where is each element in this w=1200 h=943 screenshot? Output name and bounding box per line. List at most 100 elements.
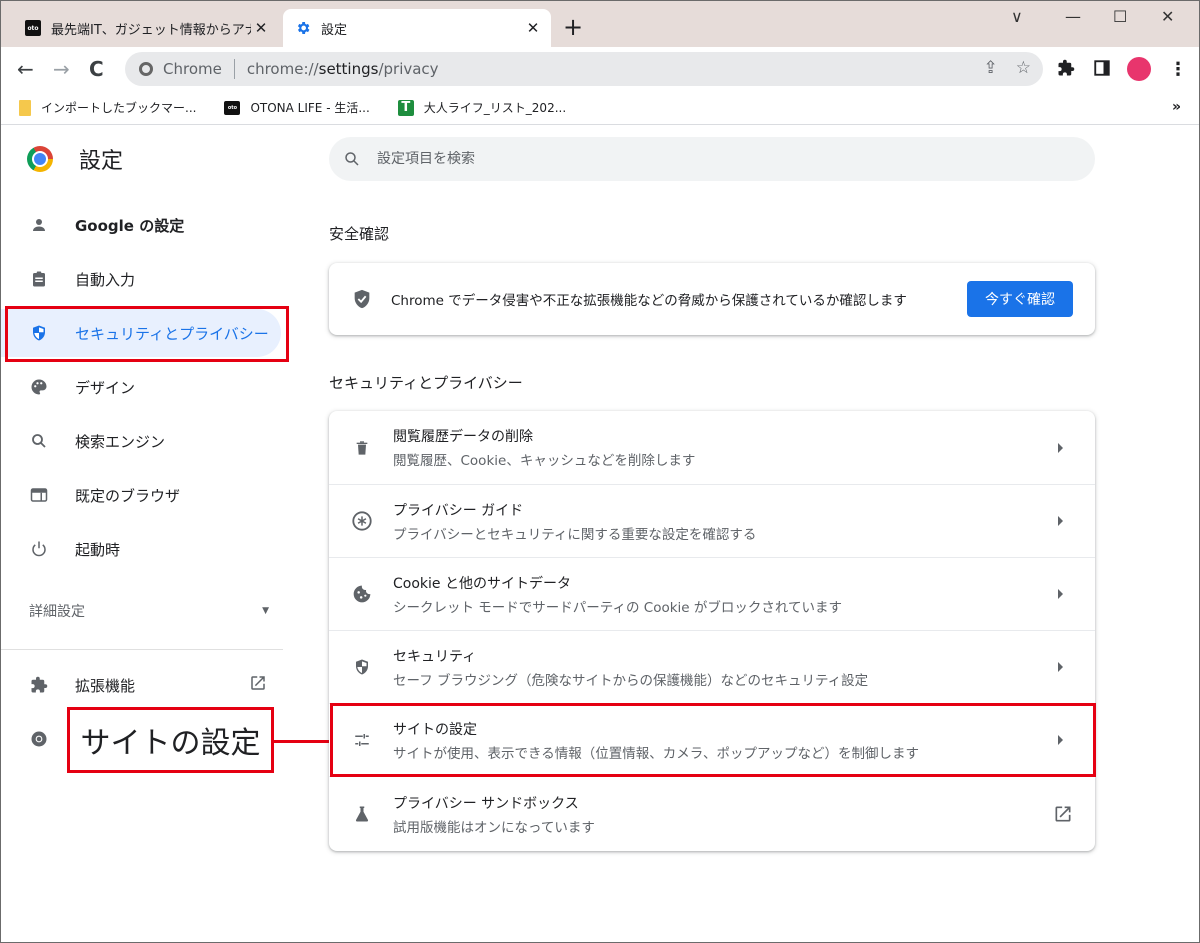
sidebar-item-on-startup[interactable]: 起動時 — [1, 525, 281, 573]
person-icon — [29, 215, 49, 235]
back-button[interactable]: ← — [17, 57, 34, 81]
url-host: settings — [318, 60, 379, 78]
toolbar: ← → C Chrome chrome://settings/privacy ⇪… — [1, 47, 1199, 91]
tab-strip: oto 最先端IT、ガジェット情報からアナログ ✕ 設定 ✕ + ∨ — ☐ ✕ — [1, 1, 1199, 47]
sidebar-item-search-engine[interactable]: 検索エンジン — [1, 417, 281, 465]
row-privacy-guide[interactable]: プライバシー ガイドプライバシーとセキュリティに関する重要な設定を確認する — [329, 484, 1095, 557]
extensions-puzzle-icon — [29, 675, 49, 695]
sidebar-item-label: デザイン — [75, 378, 136, 397]
address-bar[interactable]: Chrome chrome://settings/privacy ⇪ ☆ — [125, 52, 1043, 86]
tab-otona-life[interactable]: oto 最先端IT、ガジェット情報からアナログ ✕ — [15, 9, 279, 47]
row-security[interactable]: セキュリティセーフ ブラウジング（危険なサイトからの保護機能）などのセキュリティ… — [329, 630, 1095, 703]
row-subtitle: 試用版機能はオンになっています — [393, 819, 595, 836]
sidebar-item-autofill[interactable]: 自動入力 — [1, 255, 281, 303]
sidebar-item-label: 拡張機能 — [75, 676, 136, 695]
profile-avatar[interactable] — [1127, 57, 1151, 81]
minimize-button[interactable]: — — [1065, 7, 1081, 26]
row-subtitle: シークレット モードでサードパーティの Cookie がブロックされています — [393, 599, 842, 616]
extensions-puzzle-icon[interactable] — [1057, 59, 1075, 82]
settings-search[interactable] — [329, 137, 1095, 181]
chrome-site-icon — [139, 62, 153, 76]
omnibox-separator — [233, 59, 235, 79]
url-text[interactable]: chrome://settings/privacy — [247, 60, 439, 78]
new-tab-button[interactable]: + — [563, 15, 583, 39]
sidebar-item-label: Google の設定 — [75, 216, 185, 235]
share-icon[interactable]: ⇪ — [984, 58, 998, 78]
chrome-icon — [29, 729, 49, 749]
chevron-right-icon — [1058, 516, 1063, 526]
bookmark-otona-list[interactable]: T 大人ライフ_リスト_202... — [397, 99, 567, 116]
check-now-button[interactable]: 今すぐ確認 — [967, 281, 1073, 317]
maximize-button[interactable]: ☐ — [1113, 7, 1127, 26]
close-tab-icon[interactable]: ✕ — [251, 19, 271, 37]
privacy-section-title: セキュリティとプライバシー — [329, 374, 523, 392]
sidebar-advanced-toggle[interactable]: 詳細設定 ▼ — [29, 601, 269, 621]
menu-kebab-icon[interactable]: ⋮ — [1169, 59, 1187, 80]
safety-check-title: 安全確認 — [329, 225, 390, 243]
sidebar-divider — [1, 649, 283, 650]
highlight-sidebar-security — [5, 306, 289, 362]
row-subtitle: 閲覧履歴、Cookie、キャッシュなどを削除します — [393, 453, 696, 469]
bookmark-otona-life[interactable]: oto OTONA LIFE - 生活... — [224, 99, 370, 116]
cookie-icon — [351, 583, 373, 605]
external-link-icon — [249, 674, 267, 696]
row-subtitle: プライバシーとセキュリティに関する重要な設定を確認する — [393, 526, 757, 543]
bookmark-star-icon[interactable]: ☆ — [1016, 58, 1031, 78]
privacy-guide-icon — [351, 510, 373, 532]
browser-window: oto 最先端IT、ガジェット情報からアナログ ✕ 設定 ✕ + ∨ — ☐ ✕… — [0, 0, 1200, 943]
row-title: Cookie と他のサイトデータ — [393, 575, 571, 592]
reload-button[interactable]: C — [89, 57, 104, 81]
sidebar-item-label: 既定のブラウザ — [75, 486, 181, 505]
search-input[interactable] — [377, 151, 1057, 167]
safety-check-text: Chrome でデータ侵害や不正な拡張機能などの脅威から保護されているか確認しま… — [391, 293, 907, 309]
sidebar-item-google[interactable]: Google の設定 — [1, 201, 281, 249]
row-title: プライバシー ガイド — [393, 502, 524, 519]
sidebar-item-label: 検索エンジン — [75, 432, 166, 451]
search-icon — [345, 152, 359, 166]
page-title: 設定 — [79, 149, 124, 174]
row-title: 閲覧履歴データの削除 — [393, 429, 533, 445]
close-window-button[interactable]: ✕ — [1161, 7, 1174, 26]
bookmark-label: OTONA LIFE - 生活... — [250, 101, 370, 115]
privacy-card: 閲覧履歴データの削除閲覧履歴、Cookie、キャッシュなどを削除します プライバ… — [329, 411, 1095, 851]
bookmark-imported[interactable]: インポートしたブックマー... — [19, 99, 196, 116]
caret-down-icon: ▼ — [262, 606, 269, 616]
clipboard-icon — [29, 269, 49, 289]
sheets-icon: T — [397, 99, 414, 116]
power-icon — [29, 539, 49, 559]
palette-icon — [29, 377, 49, 397]
bookmark-label: 大人ライフ_リスト_202... — [423, 101, 567, 115]
bookmark-label: インポートしたブックマー... — [41, 101, 197, 115]
sidebar-item-label: 起動時 — [75, 540, 121, 559]
url-path: /privacy — [378, 60, 439, 78]
tab-settings[interactable]: 設定 ✕ — [283, 9, 551, 47]
row-title: セキュリティ — [393, 648, 477, 665]
close-tab-icon[interactable]: ✕ — [523, 19, 543, 37]
callout-label: サイトの設定 — [67, 707, 274, 773]
row-clear-browsing-data[interactable]: 閲覧履歴データの削除閲覧履歴、Cookie、キャッシュなどを削除します — [329, 411, 1095, 484]
oto-logo-icon: oto — [25, 20, 41, 36]
chevron-right-icon — [1058, 589, 1063, 599]
row-subtitle: セーフ ブラウジング（危険なサイトからの保護機能）などのセキュリティ設定 — [393, 672, 869, 689]
side-panel-icon[interactable] — [1093, 59, 1111, 82]
forward-button[interactable]: → — [53, 57, 70, 81]
tab-search-button[interactable]: ∨ — [1011, 7, 1023, 26]
bookmarks-bar: インポートしたブックマー... oto OTONA LIFE - 生活... T… — [1, 91, 1199, 125]
tab-title: 最先端IT、ガジェット情報からアナログ — [51, 22, 251, 38]
bookmarks-overflow-button[interactable]: » — [1172, 99, 1181, 115]
flask-icon — [351, 803, 373, 825]
gear-icon — [295, 20, 311, 36]
row-privacy-sandbox[interactable]: プライバシー サンドボックス 試用版機能はオンになっています — [329, 776, 1095, 851]
browser-icon — [29, 485, 49, 505]
sidebar-item-design[interactable]: デザイン — [1, 363, 281, 411]
highlight-site-settings — [330, 703, 1096, 777]
row-title: プライバシー サンドボックス — [393, 795, 579, 812]
oto-logo-icon: oto — [224, 100, 241, 115]
row-cookies[interactable]: Cookie と他のサイトデータシークレット モードでサードパーティの Cook… — [329, 557, 1095, 630]
chevron-right-icon — [1058, 662, 1063, 672]
search-icon — [29, 431, 49, 451]
shield-check-icon — [354, 289, 370, 309]
chevron-right-icon — [1058, 442, 1063, 453]
sidebar-item-extensions[interactable]: 拡張機能 — [1, 661, 281, 709]
sidebar-item-default-browser[interactable]: 既定のブラウザ — [1, 471, 281, 519]
